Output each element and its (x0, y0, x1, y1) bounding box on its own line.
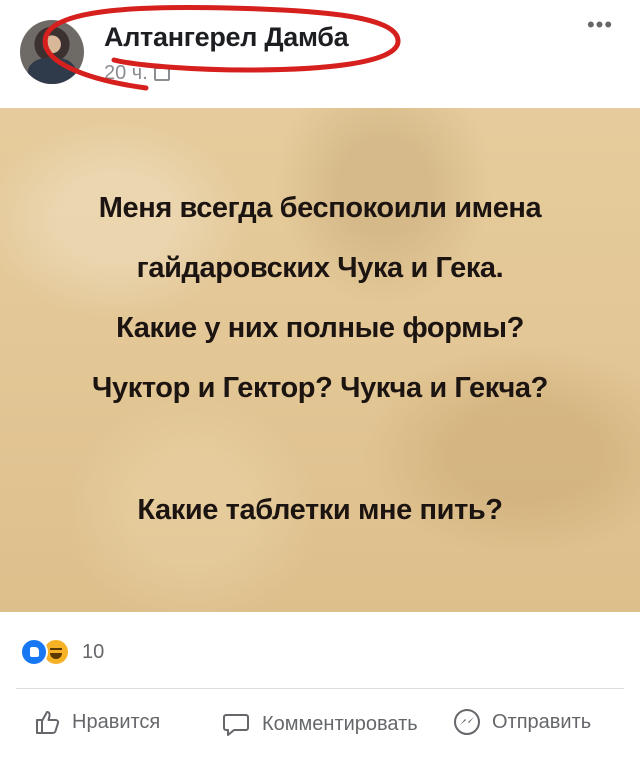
image-text-line-3: Какие у них полные формы? (116, 312, 524, 344)
comment-button[interactable]: Комментировать (222, 696, 418, 752)
comment-button-label: Комментировать (262, 713, 418, 735)
send-button-label: Отправить (492, 710, 592, 733)
post-timestamp[interactable]: 20 ч. (104, 62, 170, 85)
author-avatar[interactable] (20, 20, 84, 84)
image-text-line-5: Какие таблетки мне пить? (137, 494, 503, 526)
like-button-label: Нравится (72, 710, 161, 733)
image-text-line-2: гайдаровских Чука и Гека. (136, 252, 504, 284)
like-reaction-icon (20, 638, 48, 666)
reaction-count: 10 (82, 640, 105, 663)
post-header: Алтангерел Дамба 20 ч. ••• (0, 0, 640, 108)
reactions-summary[interactable]: 10 (20, 634, 104, 670)
post-time: 20 ч. (104, 62, 148, 84)
image-text-line-4: Чуктор и Гектор? Чукча и Гекча? (92, 372, 548, 404)
actions-divider (16, 688, 624, 689)
comment-bubble-icon (223, 714, 249, 736)
author-name[interactable]: Алтангерел Дамба (104, 22, 349, 53)
privacy-icon (153, 66, 170, 81)
messenger-icon (454, 709, 480, 735)
send-button[interactable]: Отправить (452, 706, 591, 738)
post-image[interactable]: Меня всегда беспокоили имена гайдаровски… (0, 108, 640, 612)
thumbs-up-icon (36, 711, 60, 734)
like-button[interactable]: Нравится (34, 706, 160, 738)
more-options-button[interactable]: ••• (578, 14, 622, 44)
avatar-figure (28, 58, 76, 84)
image-text-line-1: Меня всегда беспокоили имена (98, 192, 542, 224)
